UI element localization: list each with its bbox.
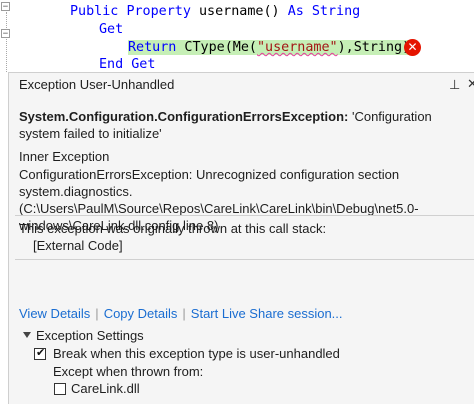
outline-guide (6, 12, 7, 28)
break-user-unhandled-checkbox[interactable]: ✔ (34, 346, 46, 360)
code-token-string: "username" (257, 40, 338, 55)
expand-triangle-icon (23, 332, 31, 338)
collapse-toggle-property[interactable]: − (1, 2, 10, 12)
checkmark-icon: ✔ (36, 346, 46, 359)
collapse-toggle-get[interactable]: − (1, 29, 10, 39)
editor-gutter: − − (0, 0, 14, 72)
copy-details-link[interactable]: Copy Details (104, 306, 178, 321)
external-code-frame: [External Code] (33, 238, 123, 253)
module-carelink-label: CareLink.dll (71, 381, 140, 396)
exception-type: System.Configuration.ConfigurationErrors… (19, 109, 349, 124)
code-token: Property (126, 4, 191, 19)
exception-helper-title: Exception User-Unhandled (19, 77, 175, 92)
close-icon[interactable]: ✕ (467, 76, 474, 92)
view-details-link[interactable]: View Details (19, 306, 90, 321)
break-user-unhandled-label: Break when this exception type is user-u… (53, 346, 340, 361)
error-icon[interactable]: ✕ (404, 39, 421, 56)
link-separator: | (95, 306, 99, 321)
code-token: End (99, 57, 124, 72)
pin-icon[interactable]: ⊥ (449, 77, 460, 93)
exception-settings-toggle[interactable]: Exception Settings (23, 328, 144, 343)
module-carelink-checkbox[interactable] (54, 383, 66, 395)
action-links: View Details | Copy Details | Start Live Sha… (19, 306, 343, 321)
exception-settings-heading: Exception Settings (36, 328, 144, 343)
outline-guide (6, 39, 7, 72)
live-share-link[interactable]: Start Live Share session... (191, 306, 343, 321)
code-token: As (287, 4, 304, 19)
code-line-end-get: End Get (99, 57, 155, 72)
code-token: CType(Me( (176, 40, 257, 55)
code-token: Get (99, 22, 124, 37)
code-token: Get (131, 57, 156, 72)
inner-exception-heading: Inner Exception (19, 149, 110, 164)
divider (15, 215, 474, 216)
exception-summary: System.Configuration.ConfigurationErrors… (19, 108, 467, 142)
code-editor[interactable]: − − Public Property username() As String… (0, 0, 474, 72)
code-token: String (311, 4, 361, 19)
code-token: Public (70, 4, 119, 19)
code-line-property: Public Property username() As String (70, 4, 360, 19)
code-token: ),String) (337, 40, 411, 55)
exception-helper-title-bar: Exception User-Unhandled ⊥ ✕ (9, 73, 474, 97)
exception-helper-popup: Exception User-Unhandled ⊥ ✕ System.Conf… (8, 72, 474, 404)
code-line-get: Get (99, 22, 123, 37)
except-thrown-from-label: Except when thrown from: (53, 364, 204, 379)
link-separator: | (182, 306, 186, 321)
call-stack-text: This exception was originally thrown at … (19, 221, 327, 236)
code-line-return-current-statement: Return CType(Me("username"),String) (128, 40, 413, 55)
divider (15, 259, 474, 260)
code-token: Return (128, 40, 177, 55)
code-token: username() (190, 4, 288, 19)
